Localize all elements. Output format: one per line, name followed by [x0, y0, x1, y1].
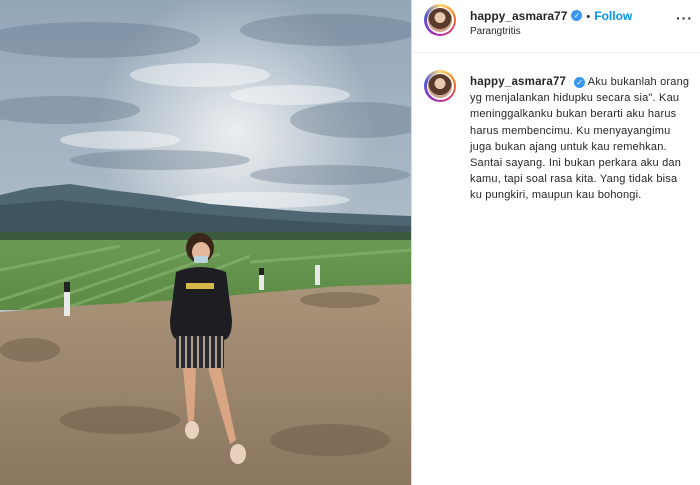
post-photo[interactable]	[0, 0, 411, 485]
caption-text: happy_asmara77 ✓ Aku bukanlah orang yg me…	[470, 74, 692, 204]
separator-dot: •	[586, 11, 591, 23]
follow-button[interactable]: Follow	[594, 9, 632, 23]
caption-author-avatar[interactable]	[424, 70, 456, 102]
verified-badge-icon: ✓	[571, 10, 583, 22]
landscape-photo	[0, 0, 411, 485]
instagram-post: happy_asmara77 ✓ • Follow Parangtritis ··· …	[0, 0, 700, 485]
post-location[interactable]: Parangtritis	[470, 26, 521, 37]
caption-block: happy_asmara77 ✓ Aku bukanlah orang yg me…	[470, 74, 692, 204]
caption-verified-badge-icon: ✓	[574, 76, 586, 88]
author-username[interactable]: happy_asmara77	[470, 9, 567, 23]
header-line: happy_asmara77 ✓ • Follow	[470, 7, 632, 25]
author-avatar[interactable]	[424, 4, 456, 36]
more-options-icon[interactable]: ···	[676, 10, 693, 26]
post-header: happy_asmara77 ✓ • Follow Parangtritis ···	[412, 0, 700, 53]
caption-username[interactable]: happy_asmara77	[470, 76, 566, 88]
caption-body: Aku bukanlah orang yg menjalankan hidupk…	[470, 76, 690, 202]
post-side-panel: happy_asmara77 ✓ • Follow Parangtritis ··· …	[412, 0, 700, 485]
